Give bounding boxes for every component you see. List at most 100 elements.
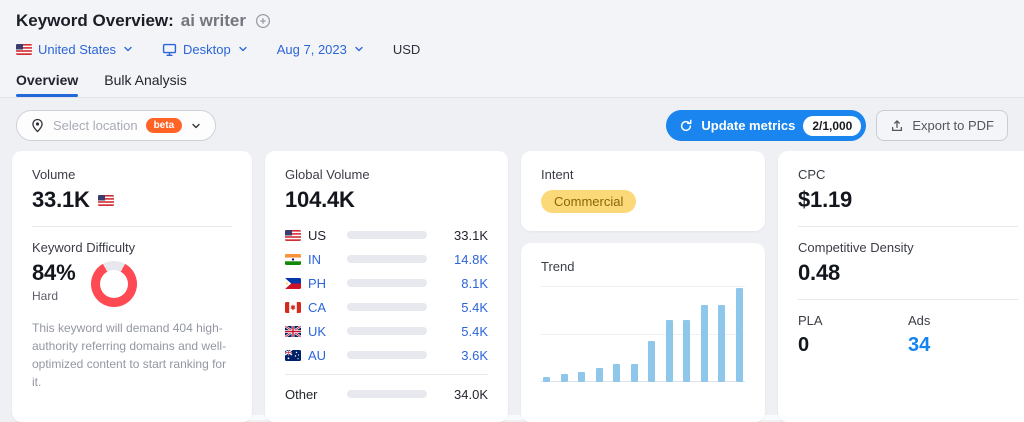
country-volume: 3.6K bbox=[461, 347, 488, 363]
table-row: AU 3.6K bbox=[285, 343, 488, 367]
date-label: Aug 7, 2023 bbox=[276, 41, 347, 57]
other-label: Other bbox=[285, 386, 318, 402]
trend-bar bbox=[735, 287, 743, 382]
country-volume: 5.4K bbox=[461, 323, 488, 339]
chevron-down-icon bbox=[192, 123, 200, 128]
trend-bar bbox=[560, 374, 568, 382]
kd-left: 84% Hard bbox=[32, 255, 76, 303]
country-code: UK bbox=[308, 323, 327, 339]
update-metrics-button[interactable]: Update metrics 2/1,000 bbox=[666, 110, 867, 141]
select-location-placeholder: Select location bbox=[53, 118, 138, 133]
ca-flag-icon bbox=[285, 301, 301, 313]
kd-label: Keyword Difficulty bbox=[32, 240, 136, 255]
cpc-card: CPC $1.19 Competitive Density 0.48 PLA 0… bbox=[778, 151, 1024, 422]
trend-bar bbox=[665, 319, 673, 382]
pla-label: PLA bbox=[798, 313, 823, 328]
competitive-density-label: Competitive Density bbox=[798, 240, 914, 255]
chevron-down-icon bbox=[124, 46, 132, 52]
date-selector[interactable]: Aug 7, 2023 bbox=[277, 42, 365, 57]
select-location-dropdown[interactable]: Select location beta bbox=[16, 110, 217, 141]
table-row: IN 14.8K bbox=[285, 247, 488, 271]
global-volume-label: Global Volume bbox=[285, 167, 370, 182]
refresh-icon bbox=[681, 119, 692, 131]
intent-label: Intent bbox=[541, 167, 574, 182]
country-code: AU bbox=[308, 347, 327, 363]
ads-value: 34 bbox=[908, 334, 931, 356]
currency-label: USD bbox=[392, 41, 421, 57]
filters-row: United States Desktop Aug 7, 2023 USD bbox=[16, 40, 1008, 58]
kd-value: 84% bbox=[32, 260, 76, 285]
pla-value: 0 bbox=[798, 334, 810, 356]
country-selector[interactable]: United States bbox=[16, 42, 134, 57]
kd-donut bbox=[91, 261, 138, 307]
trend-bar bbox=[543, 377, 550, 382]
kd-level: Hard bbox=[32, 289, 59, 303]
update-metrics-label: Update metrics bbox=[701, 118, 796, 133]
trend-bar bbox=[578, 372, 586, 382]
us-flag-icon bbox=[97, 194, 114, 206]
volume-bar-track bbox=[347, 327, 427, 335]
ph-flag-icon bbox=[285, 277, 301, 289]
country-volume: 14.8K bbox=[454, 251, 488, 267]
trend-bar bbox=[595, 367, 603, 382]
cpc-label: CPC bbox=[798, 167, 826, 182]
metrics-cards: Volume 33.1K Keyword Difficulty 84% Hard… bbox=[0, 151, 1024, 422]
volume-card: Volume 33.1K Keyword Difficulty 84% Hard… bbox=[12, 151, 252, 422]
add-keyword-icon[interactable] bbox=[255, 13, 271, 29]
volume-bar-track bbox=[347, 303, 427, 311]
divider bbox=[285, 374, 488, 375]
trend-bar bbox=[718, 305, 726, 382]
export-pdf-label: Export to PDF bbox=[912, 118, 994, 133]
country-label: United States bbox=[38, 41, 117, 57]
keyword-text: ai writer bbox=[180, 11, 246, 30]
global-volume-value: 104.4K bbox=[285, 187, 355, 212]
divider bbox=[798, 226, 1018, 227]
volume-bar-track bbox=[347, 255, 427, 263]
trend-card: Trend bbox=[521, 243, 765, 422]
kd-row: 84% Hard bbox=[32, 255, 232, 307]
country-code: PH bbox=[308, 275, 327, 291]
table-row-other: Other 34.0K bbox=[285, 382, 488, 406]
divider bbox=[32, 226, 232, 227]
trend-chart bbox=[541, 286, 745, 382]
update-metrics-counter: 2/1,000 bbox=[803, 115, 862, 136]
trend-bars bbox=[543, 286, 743, 382]
location-pin-icon bbox=[32, 118, 43, 133]
desktop-icon bbox=[162, 43, 177, 56]
tab-bulk-analysis[interactable]: Bulk Analysis bbox=[104, 72, 186, 97]
volume-bar-track bbox=[347, 390, 427, 398]
trend-bar bbox=[648, 340, 656, 382]
volume-bar-track bbox=[347, 231, 427, 239]
title-row: Keyword Overview: ai writer bbox=[16, 9, 1008, 33]
ads-label: Ads bbox=[908, 313, 931, 328]
kd-description: This keyword will demand 404 high-author… bbox=[32, 321, 227, 389]
au-flag-icon bbox=[285, 349, 301, 361]
volume-value-row: 33.1K bbox=[32, 187, 232, 213]
volume-bar-track bbox=[347, 279, 427, 287]
table-row: UK 5.4K bbox=[285, 319, 488, 343]
competitive-density-value: 0.48 bbox=[798, 260, 841, 285]
country-code: CA bbox=[308, 299, 327, 315]
export-icon bbox=[892, 119, 903, 131]
toolbar-right: Update metrics 2/1,000 Export to PDF bbox=[666, 110, 1008, 141]
divider bbox=[798, 299, 1018, 300]
country-volume: 33.1K bbox=[454, 227, 488, 243]
volume-value: 33.1K bbox=[32, 187, 90, 212]
table-row: CA 5.4K bbox=[285, 295, 488, 319]
export-pdf-button[interactable]: Export to PDF bbox=[876, 110, 1008, 141]
global-volume-card: Global Volume 104.4K US 33.1K IN 14.8K P… bbox=[265, 151, 508, 422]
tab-overview[interactable]: Overview bbox=[16, 72, 79, 97]
chevron-down-icon bbox=[355, 46, 363, 52]
cpc-value: $1.19 bbox=[798, 187, 853, 212]
country-volume: 8.1K bbox=[461, 275, 488, 291]
page-title: Keyword Overview: bbox=[16, 11, 174, 30]
country-code: US bbox=[308, 227, 327, 243]
country-volume: 5.4K bbox=[461, 299, 488, 315]
volume-bar-track bbox=[347, 351, 427, 359]
volume-label: Volume bbox=[32, 167, 76, 182]
device-selector[interactable]: Desktop bbox=[162, 42, 249, 57]
trend-bar bbox=[630, 363, 638, 382]
uk-flag-icon bbox=[285, 325, 301, 337]
tabs: Overview Bulk Analysis bbox=[16, 72, 1008, 97]
in-flag-icon bbox=[285, 253, 301, 265]
